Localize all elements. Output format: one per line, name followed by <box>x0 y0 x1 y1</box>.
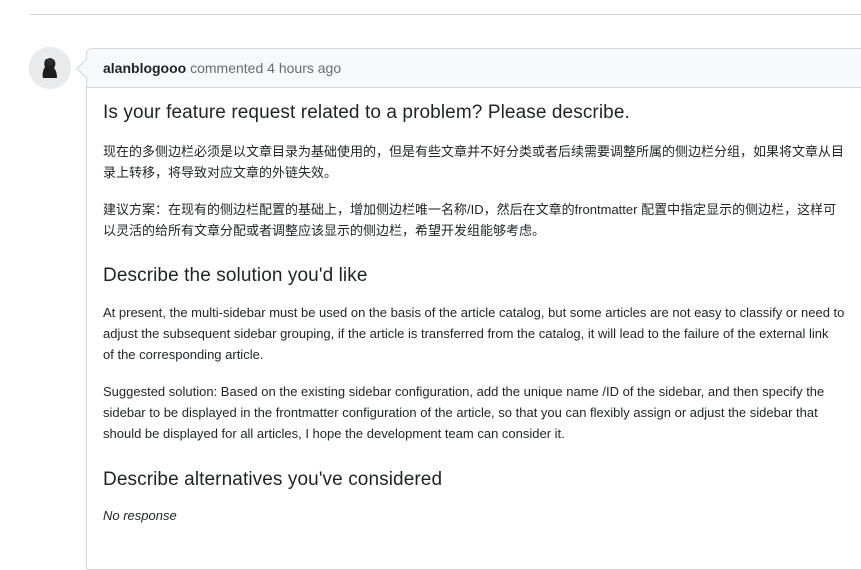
paragraph-cn-1: 现在的多侧边栏必须是以文章目录为基础使用的，但是有些文章并不好分类或者后续需要调… <box>103 141 861 183</box>
user-avatar-icon <box>29 47 71 89</box>
timeline-divider <box>30 14 861 15</box>
comment-header: alanblogooo commented 4 hours ago <box>87 49 861 88</box>
paragraph-line: 现在的多侧边栏必须是以文章目录为基础使用的，但是有些文章并不好分类或者后续需要调… <box>103 144 845 159</box>
paragraph-line: 录上转移，将导致对应文章的外链失效。 <box>103 165 338 180</box>
paragraph-en-1: At present, the multi-sidebar must be us… <box>103 302 861 365</box>
paragraph-line: adjust the subsequent sidebar grouping, … <box>103 326 829 341</box>
author-link[interactable]: alanblogooo <box>103 60 186 76</box>
paragraph-line: sidebar to be displayed in the frontmatt… <box>103 405 818 420</box>
paragraph-line: 建议方案：在现有的侧边栏配置的基础上，增加侧边栏唯一名称/ID，然后在文章的fr… <box>103 202 837 217</box>
paragraph-en-2: Suggested solution: Based on the existin… <box>103 381 861 444</box>
paragraph-line: of the corresponding article. <box>103 347 264 362</box>
paragraph-cn-2: 建议方案：在现有的侧边栏配置的基础上，增加侧边栏唯一名称/ID，然后在文章的fr… <box>103 199 861 241</box>
no-response-note: No response <box>103 508 177 523</box>
paragraph-line: At present, the multi-sidebar must be us… <box>103 305 845 320</box>
section-heading-alternatives: Describe alternatives you've considered <box>103 469 443 490</box>
comment-action: commented <box>190 60 264 76</box>
section-heading-problem: Is your feature request related to a pro… <box>103 102 630 123</box>
paragraph-line: should be displayed for all articles, I … <box>103 426 565 441</box>
comment-timestamp[interactable]: 4 hours ago <box>267 60 341 76</box>
section-heading-solution: Describe the solution you'd like <box>103 265 368 286</box>
avatar[interactable] <box>29 47 71 89</box>
paragraph-line: 以灵活的给所有文章分配或者调整应该显示的侧边栏，希望开发组能够考虑。 <box>103 223 546 238</box>
comment-box: alanblogooo commented 4 hours ago Is you… <box>86 48 861 570</box>
paragraph-line: Suggested solution: Based on the existin… <box>103 384 825 399</box>
